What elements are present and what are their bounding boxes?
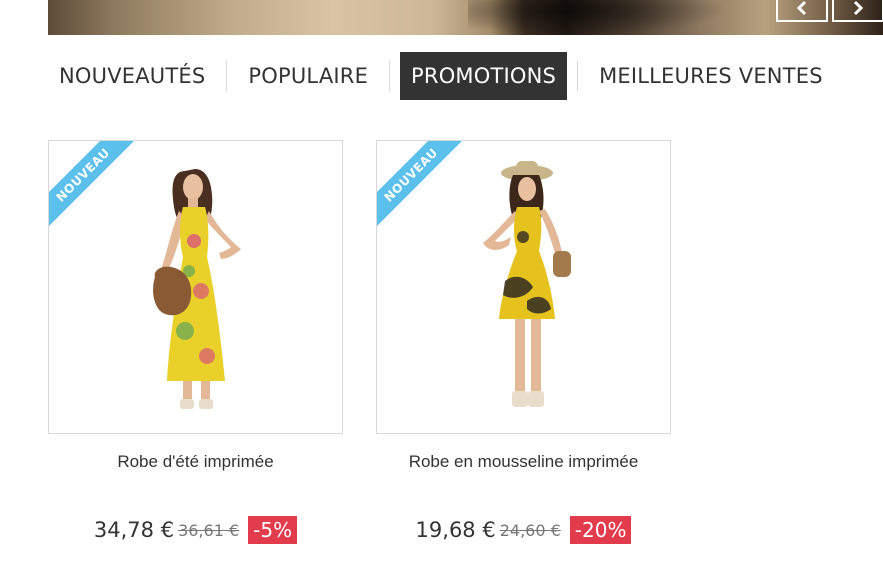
slider-next-button[interactable] <box>832 0 883 22</box>
slider-banner <box>48 0 883 35</box>
banner-image <box>468 0 728 35</box>
product-card: NOUVEAU Robe en mousseline imprimée 19,6… <box>376 140 671 544</box>
chevron-right-icon <box>853 0 864 16</box>
page: NOUVEAUTÉS POPULAIRE PROMOTIONS MEILLEUR… <box>0 0 883 577</box>
tab-divider <box>389 61 391 91</box>
product-card: NOUVEAU Robe d'été imprimée 34,78 € 36,6… <box>48 140 343 544</box>
product-price: 34,78 € <box>93 518 175 542</box>
tab-populaire[interactable]: POPULAIRE <box>237 52 379 100</box>
discount-badge: -20% <box>569 516 632 544</box>
tab-meilleures-ventes[interactable]: MEILLEURES VENTES <box>588 52 834 100</box>
new-badge-label: NOUVEAU <box>49 141 138 230</box>
product-image-link[interactable]: NOUVEAU <box>48 140 343 434</box>
chevron-left-icon <box>796 0 807 16</box>
product-tabs: NOUVEAUTÉS POPULAIRE PROMOTIONS MEILLEUR… <box>48 52 834 100</box>
new-badge-label: NOUVEAU <box>377 141 466 230</box>
product-price: 19,68 € <box>415 518 496 542</box>
discount-badge: -5% <box>248 516 298 544</box>
tab-nouveautes[interactable]: NOUVEAUTÉS <box>48 52 216 100</box>
price-row: 19,68 € 24,60 € -20% <box>376 516 671 544</box>
new-badge: NOUVEAU <box>377 141 470 233</box>
slider-prev-button[interactable] <box>776 0 828 22</box>
tab-divider <box>577 61 579 91</box>
tab-promotions[interactable]: PROMOTIONS <box>400 52 568 100</box>
product-old-price: 24,60 € <box>499 520 561 540</box>
product-name-link[interactable]: Robe d'été imprimée <box>48 452 343 472</box>
price-row: 34,78 € 36,61 € -5% <box>48 516 343 544</box>
new-badge: NOUVEAU <box>49 141 142 233</box>
tab-divider <box>226 61 228 91</box>
product-name-link[interactable]: Robe en mousseline imprimée <box>376 452 671 472</box>
product-old-price: 36,61 € <box>178 520 240 540</box>
product-image-link[interactable]: NOUVEAU <box>376 140 671 434</box>
